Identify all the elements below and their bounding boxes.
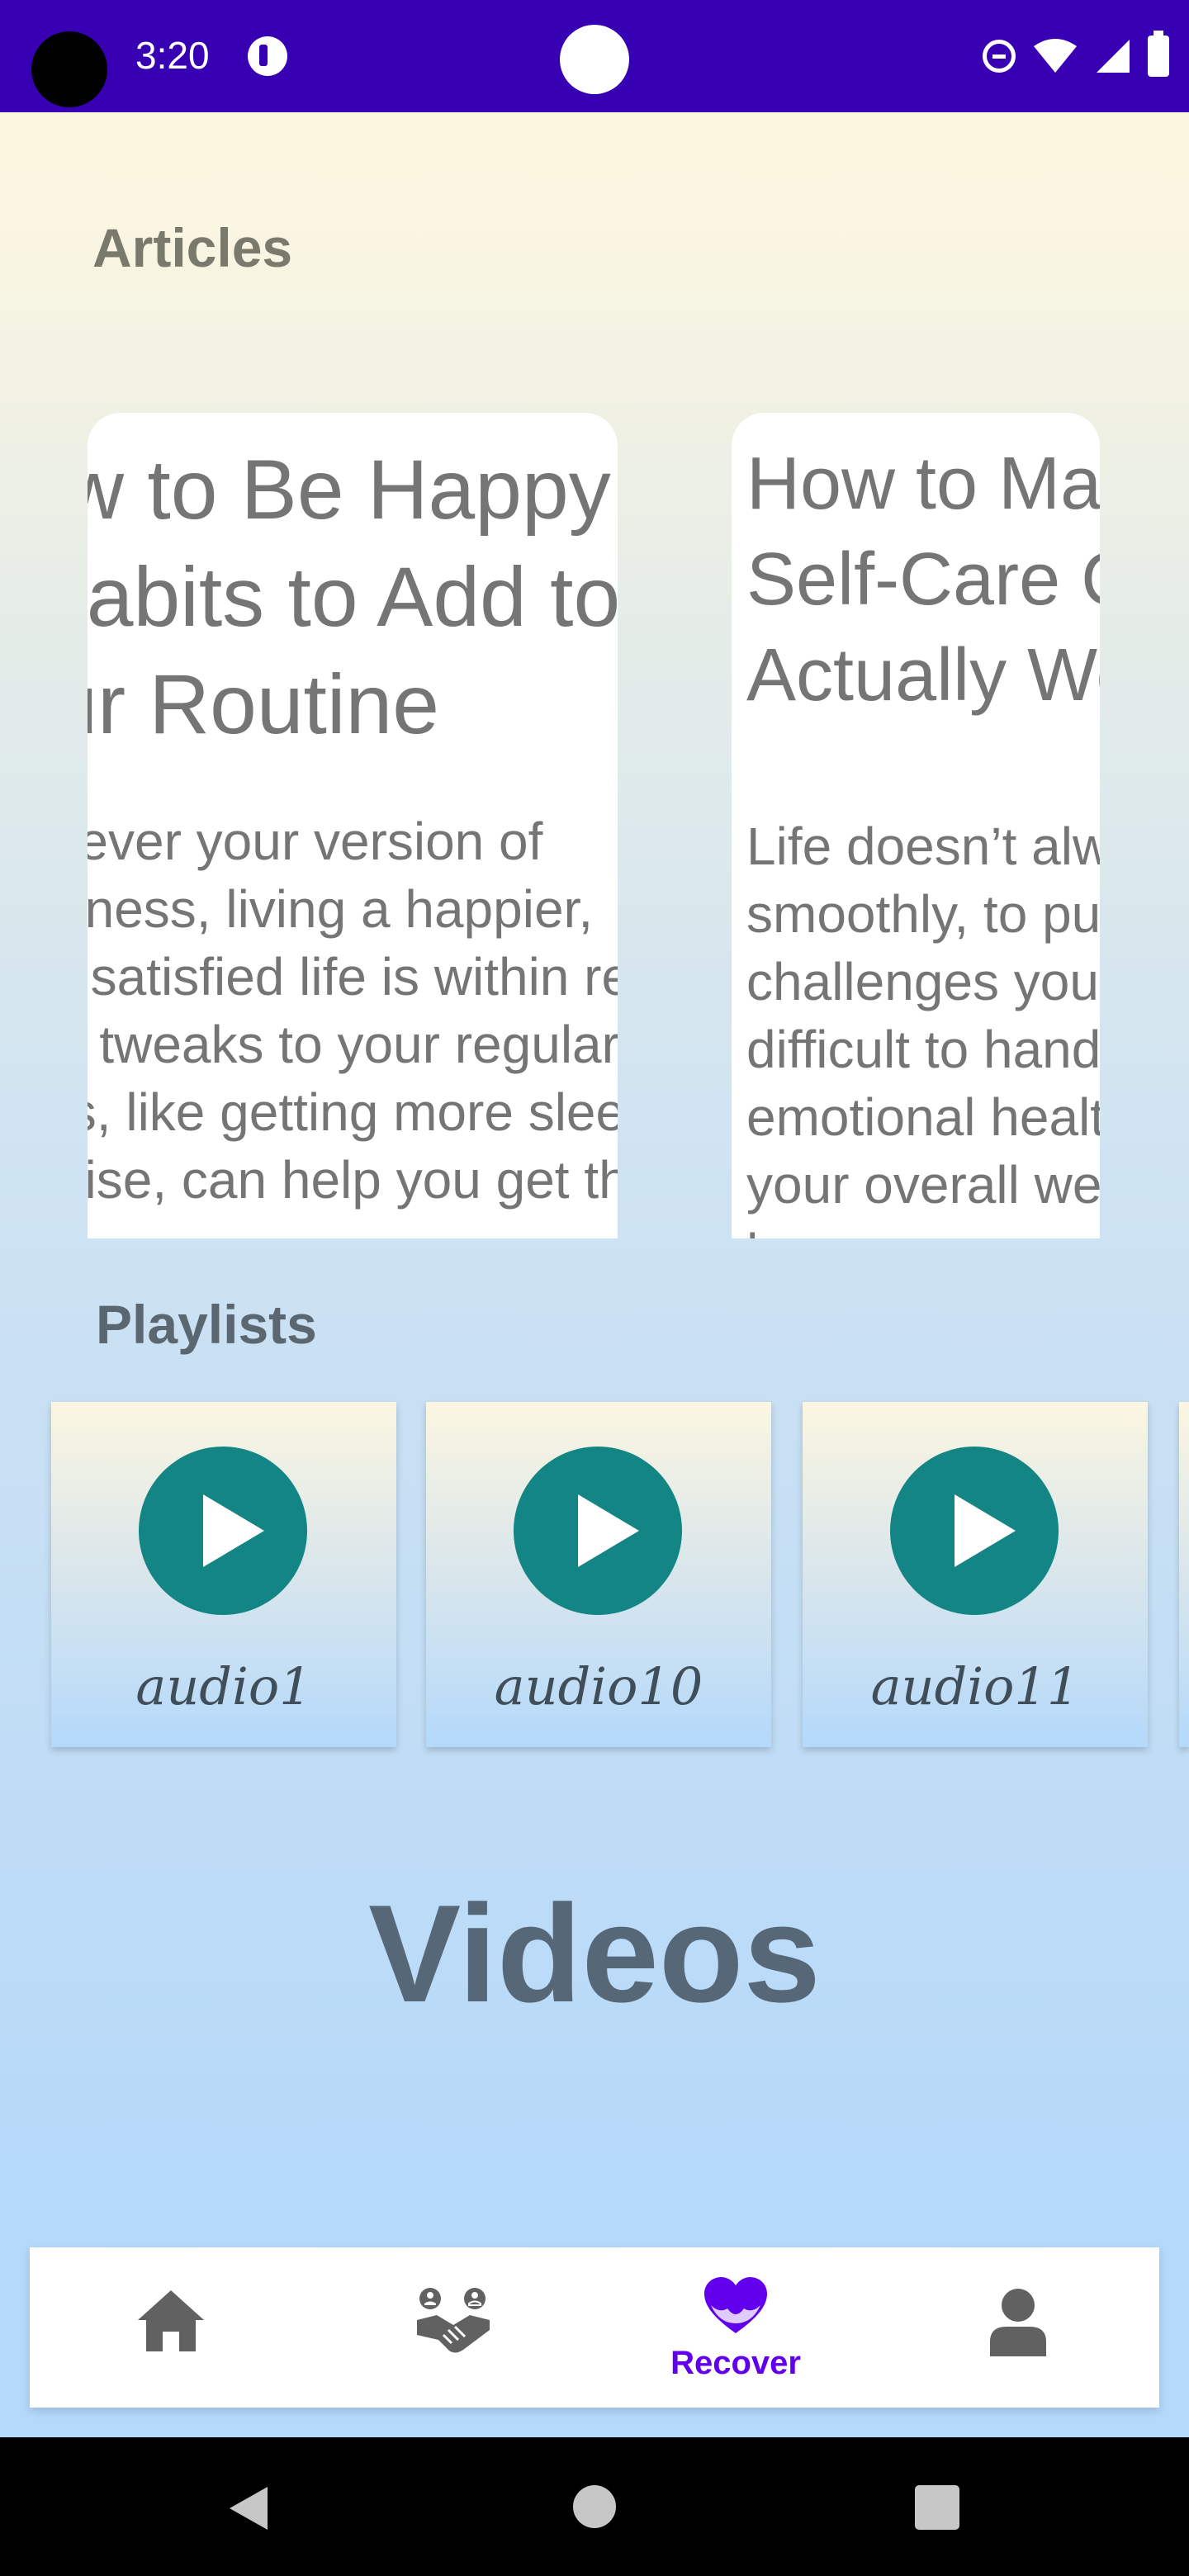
playlist-label: audio11 bbox=[870, 1656, 1080, 1717]
bottom-navigation: Recover bbox=[30, 2247, 1159, 2408]
article-summary-line: exercise, can help you get there. bbox=[88, 1150, 618, 1210]
home-button-icon[interactable] bbox=[573, 2485, 616, 2528]
wifi-icon bbox=[1034, 39, 1077, 73]
play-icon[interactable] bbox=[514, 1447, 682, 1615]
article-title-line: 7 Habits to Add to bbox=[88, 550, 618, 644]
article-summary-line: emotional health and take care of bbox=[746, 1087, 1100, 1147]
status-time: 3:20 bbox=[135, 34, 210, 77]
article-content: How to Be Happy: 7 Habits to Add to Your… bbox=[88, 436, 618, 1214]
article-title: How to Be Happy: 7 Habits to Add to Your… bbox=[88, 436, 618, 758]
dnd-icon bbox=[983, 40, 1016, 73]
article-summary-line: Whatever your version of bbox=[88, 812, 543, 871]
article-summary-line: challenges you face can make it bbox=[746, 952, 1100, 1011]
article-title-line: Actually Works for You bbox=[746, 634, 1100, 717]
article-summary-line: Life doesn’t always go bbox=[746, 817, 1100, 876]
article-title-line: How to Make a bbox=[746, 443, 1100, 525]
nav-recover[interactable]: Recover bbox=[594, 2247, 877, 2408]
nav-home[interactable] bbox=[30, 2247, 312, 2408]
recent-apps-icon[interactable] bbox=[915, 2485, 959, 2530]
article-summary-line: your overall well-being. Everyone bbox=[746, 1155, 1100, 1215]
system-navigation-bar bbox=[0, 2437, 1189, 2576]
article-summary: Life doesn’t always go smoothly, to put … bbox=[746, 812, 1100, 1238]
playlist-label: audio1 bbox=[135, 1656, 312, 1717]
playlists-section-title: Playlists bbox=[96, 1294, 317, 1355]
article-content: How to Make a Self-Care Checklist That A… bbox=[746, 436, 1100, 1238]
article-title: How to Make a Self-Care Checklist That A… bbox=[746, 436, 1100, 723]
status-icons bbox=[983, 31, 1169, 81]
front-camera-notch bbox=[560, 25, 629, 94]
videos-section-title: Videos bbox=[368, 1876, 821, 2031]
battery-icon bbox=[1148, 31, 1169, 77]
article-summary-line: has some room for improvement. bbox=[746, 1219, 1100, 1238]
article-summary: Whatever your version of happiness, livi… bbox=[88, 807, 618, 1214]
article-card[interactable]: How to Be Happy: 7 Habits to Add to Your… bbox=[88, 413, 618, 1238]
handshake-icon bbox=[417, 2288, 490, 2353]
playlist-card-audio1[interactable]: audio1 bbox=[51, 1402, 396, 1747]
home-icon bbox=[138, 2290, 204, 2351]
article-title-line: Your Routine bbox=[88, 657, 440, 751]
nav-recover-label: Recover bbox=[670, 2345, 801, 2381]
app-notification-icon bbox=[248, 36, 287, 76]
article-title-line: Self-Care Checklist That bbox=[746, 538, 1100, 621]
article-summary-line: more satisfied life is within reach. bbox=[88, 947, 618, 1006]
person-icon bbox=[990, 2289, 1046, 2356]
nav-community[interactable] bbox=[312, 2247, 594, 2408]
article-summary-line: difficult to handle your bbox=[746, 1020, 1100, 1079]
playlist-card-partial[interactable] bbox=[1179, 1402, 1189, 1747]
article-summary-line: habits, like getting more sleep and bbox=[88, 1082, 618, 1142]
playlist-card-audio10[interactable]: audio10 bbox=[426, 1402, 771, 1747]
heart-icon bbox=[704, 2277, 767, 2333]
article-summary-line: happiness, living a happier, bbox=[88, 879, 594, 939]
article-summary-line: A few tweaks to your regular bbox=[88, 1015, 618, 1074]
play-icon[interactable] bbox=[139, 1447, 307, 1615]
article-card[interactable]: How to Make a Self-Care Checklist That A… bbox=[732, 413, 1100, 1238]
cellular-signal-icon bbox=[1097, 40, 1130, 73]
playlist-label: audio10 bbox=[494, 1656, 703, 1717]
articles-section-title: Articles bbox=[92, 217, 293, 278]
camera-cutout bbox=[31, 31, 107, 107]
back-icon[interactable] bbox=[225, 2484, 271, 2533]
article-summary-line: smoothly, to put it mildly. The bbox=[746, 884, 1100, 944]
article-title-line: How to Be Happy: bbox=[88, 443, 618, 537]
playlist-card-audio11[interactable]: audio11 bbox=[803, 1402, 1148, 1747]
nav-profile[interactable] bbox=[877, 2247, 1159, 2408]
status-bar: 3:20 bbox=[0, 0, 1189, 112]
play-icon[interactable] bbox=[890, 1447, 1059, 1615]
